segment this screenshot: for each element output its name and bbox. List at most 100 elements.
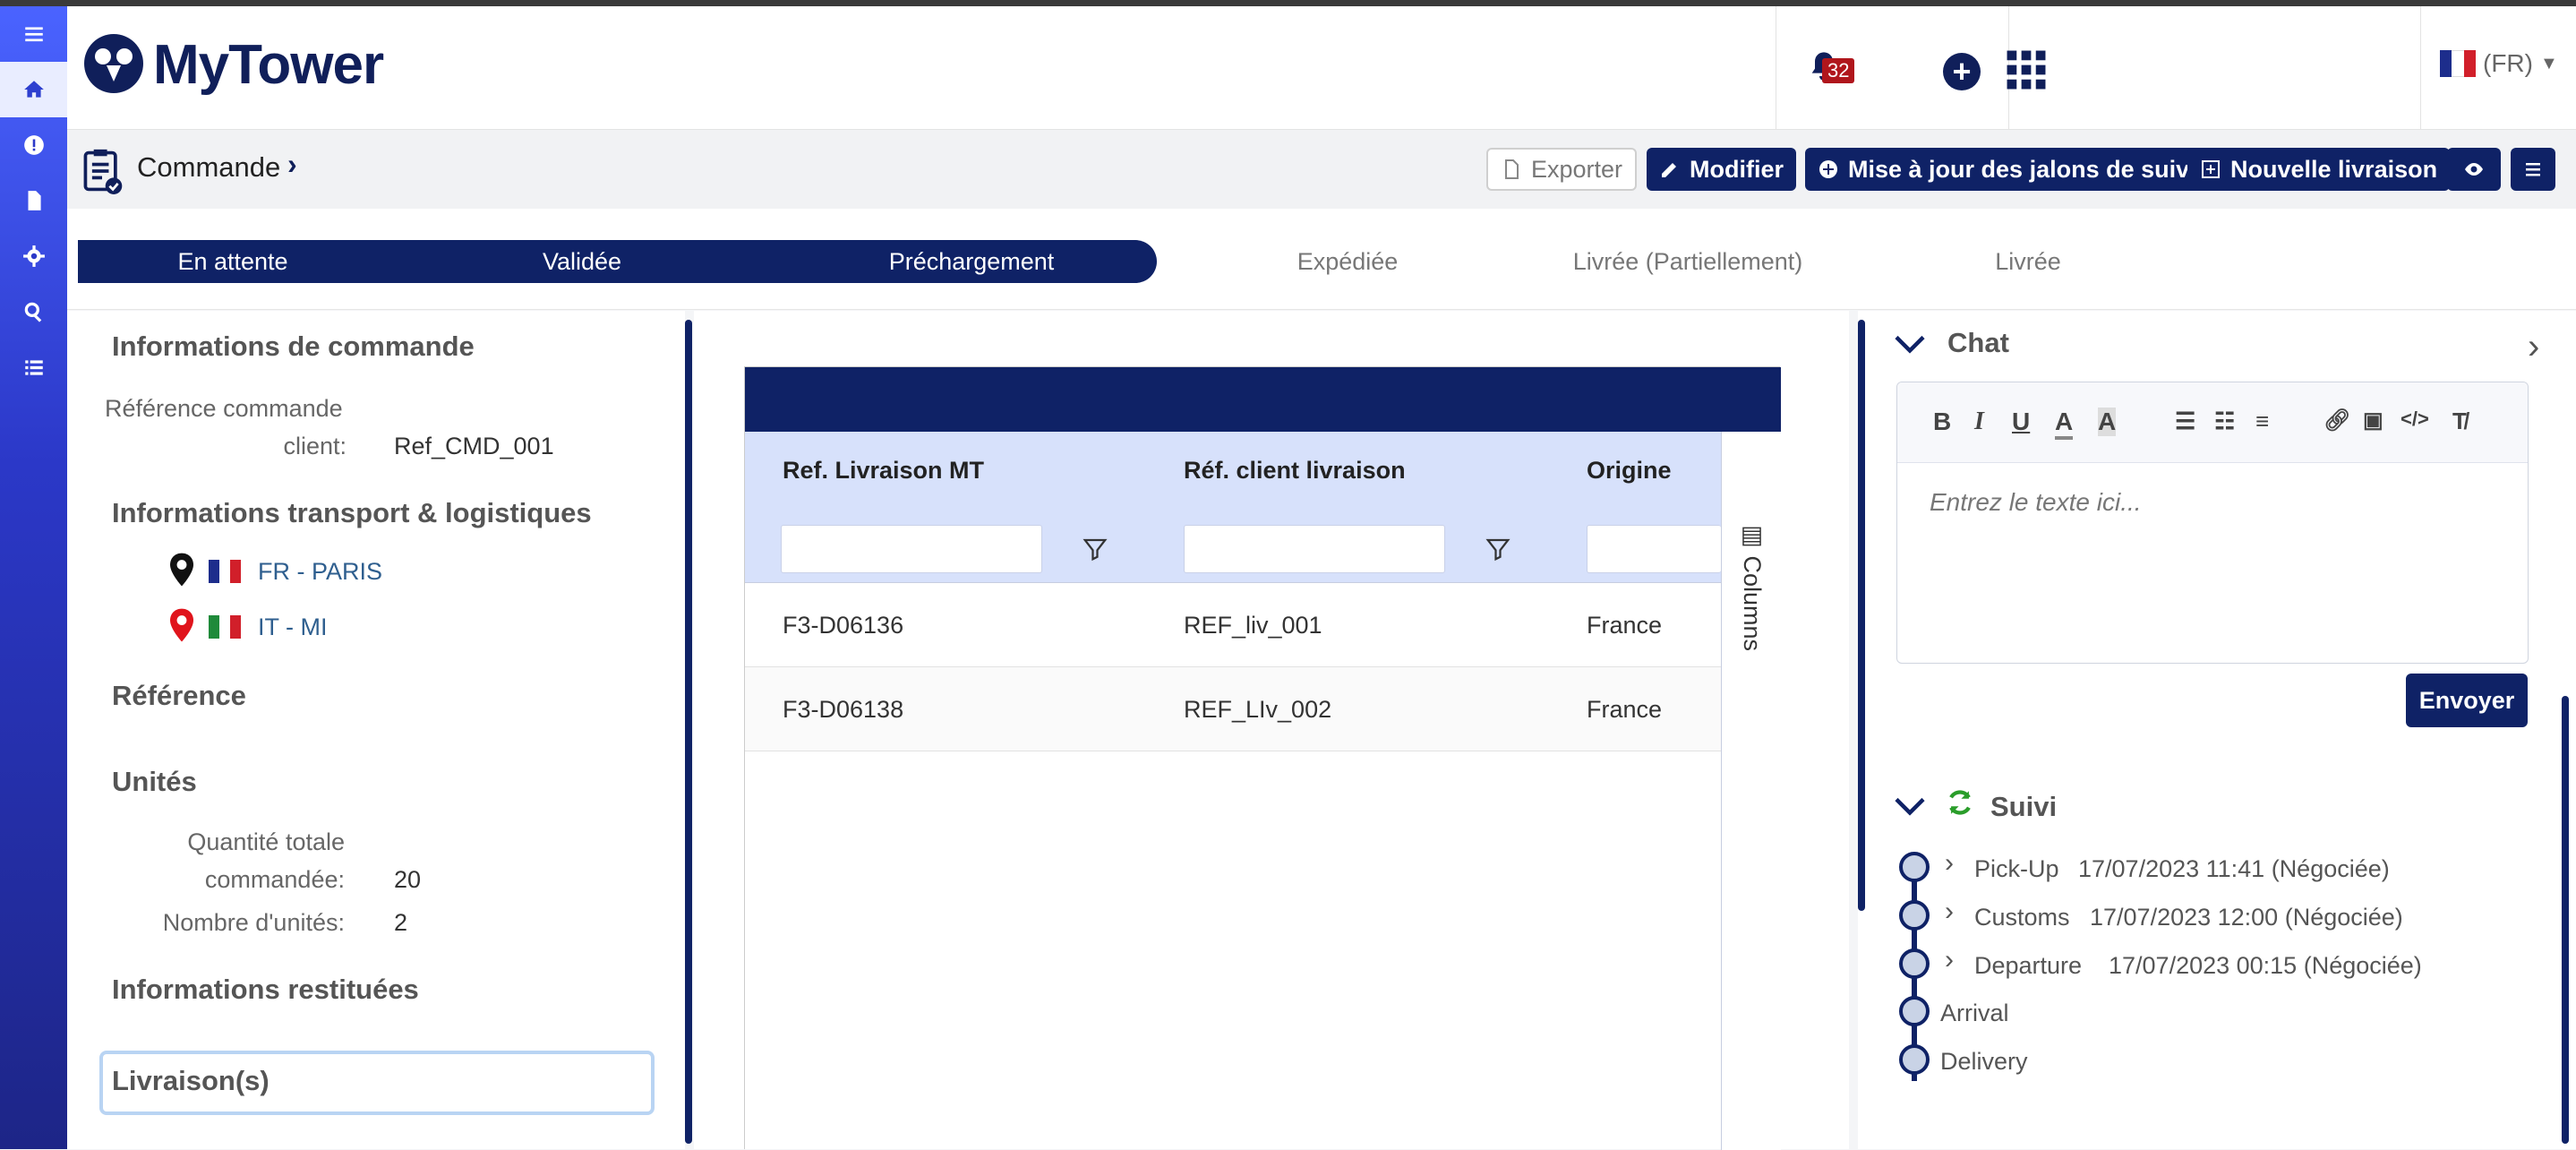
more-menu-button[interactable]: [2511, 148, 2555, 191]
filter-icon[interactable]: [1485, 536, 1511, 562]
underline-icon[interactable]: U: [2012, 408, 2030, 436]
edit-button[interactable]: Modifier: [1647, 148, 1796, 191]
tracking-event-name: Customs: [1974, 904, 2070, 931]
chat-input[interactable]: Entrez le texte ici...: [1930, 488, 2142, 517]
grid-top-bar: [745, 367, 1781, 432]
total-qty-value: 20: [394, 866, 422, 893]
chevron-right-icon[interactable]: ›: [1945, 945, 1954, 975]
chat-tracking-panel: Chat › B I U A A ☰ ☷ ≡ 🔗︎ ▣ </> T̸ Entre…: [1858, 311, 2576, 1149]
right-panel-scrollbar[interactable]: [1858, 320, 1865, 911]
app-header: MyTower 32 + (FR) ▼: [67, 6, 2576, 130]
destination-pin-icon: [170, 608, 193, 642]
filter-input-client-ref[interactable]: [1184, 525, 1445, 573]
document-icon[interactable]: [0, 173, 67, 228]
language-label: (FR): [2483, 49, 2533, 77]
update-milestones-button[interactable]: Mise à jour des jalons de suivi: [1805, 148, 2209, 191]
clear-format-icon[interactable]: T̸: [2452, 408, 2467, 435]
columns-toggle[interactable]: ▤ Columns: [1738, 521, 1767, 651]
pencil-icon: [1662, 163, 1676, 177]
alert-icon[interactable]: [0, 117, 67, 173]
total-qty-label: Quantité totale: [187, 828, 345, 855]
timeline-dot: [1899, 900, 1930, 931]
breadcrumb[interactable]: Commande: [137, 151, 280, 184]
deliveries-title: Livraison(s): [112, 1065, 270, 1096]
gear-icon[interactable]: [0, 228, 67, 284]
table-row[interactable]: F3-D06138 REF_LIv_002 France: [745, 667, 1721, 751]
page-toolbar: Commande › Exporter Modifier Mise à jour…: [67, 130, 2576, 209]
units-count-value: 2: [394, 909, 408, 936]
total-qty-label-2: commandée:: [204, 866, 345, 893]
deliveries-grid: Ref. Livraison MT Réf. client livraison …: [744, 366, 1781, 1150]
origin-location[interactable]: FR - PARIS: [258, 558, 382, 586]
client-ref-value: Ref_CMD_001: [394, 433, 554, 459]
tracking-event-name: Departure: [1974, 952, 2083, 979]
columns-side-panel[interactable]: ▤ Columns: [1721, 432, 1781, 1150]
timeline-dot: [1899, 996, 1930, 1026]
notification-bell[interactable]: 32: [1806, 49, 1855, 92]
image-icon[interactable]: ▣: [2363, 408, 2383, 433]
filter-input-ref-mt[interactable]: [781, 525, 1042, 573]
apps-grid-icon[interactable]: [2006, 49, 2047, 90]
refresh-icon[interactable]: [1945, 787, 1975, 818]
tracking-event-name: Delivery: [1940, 1048, 2028, 1075]
col-header-client-ref[interactable]: Réf. client livraison: [1184, 457, 1406, 485]
bullet-list-icon[interactable]: ☷: [2214, 408, 2235, 435]
status-stepper: En attente Validée Préchargement Expédié…: [67, 209, 2576, 310]
highlight-icon[interactable]: A: [2098, 408, 2117, 436]
chevron-right-icon[interactable]: ›: [1945, 848, 1954, 879]
clipboard-check-icon: [83, 149, 123, 194]
mytower-logo-icon: [84, 34, 143, 93]
language-selector[interactable]: (FR) ▼: [2440, 49, 2558, 78]
columns-icon: ▤: [1739, 521, 1766, 556]
left-panel-scrollbar[interactable]: [685, 320, 692, 1144]
tracking-collapse-chevron-icon[interactable]: [1894, 793, 1926, 820]
search-icon[interactable]: [0, 284, 67, 339]
update-milestones-label: Mise à jour des jalons de suivi: [1848, 155, 2196, 183]
chat-title: Chat: [1947, 327, 2009, 358]
link-icon[interactable]: 🔗︎: [2324, 408, 2350, 433]
new-delivery-button[interactable]: Nouvelle livraison: [2187, 148, 2451, 191]
col-header-origin[interactable]: Origine: [1587, 457, 1672, 485]
cell-client-ref: REF_LIv_002: [1184, 696, 1332, 723]
export-button[interactable]: Exporter: [1486, 148, 1638, 191]
view-button[interactable]: [2447, 148, 2501, 191]
chevron-down-icon: ▼: [2539, 53, 2558, 73]
chevron-right-icon[interactable]: ›: [2528, 327, 2539, 367]
text-color-icon[interactable]: A: [2055, 408, 2074, 440]
breadcrumb-chevron-icon: ›: [287, 148, 297, 180]
align-icon[interactable]: ≡: [2255, 408, 2269, 435]
add-circle-icon[interactable]: +: [1943, 53, 1981, 90]
col-header-ref-mt[interactable]: Ref. Livraison MT: [783, 457, 984, 485]
app-logo-text[interactable]: MyTower: [153, 33, 384, 97]
filter-icon[interactable]: [1082, 536, 1108, 562]
deliveries-grid-panel: Ref. Livraison MT Réf. client livraison …: [694, 311, 1849, 1150]
export-label: Exporter: [1531, 155, 1623, 183]
cell-origin: France: [1587, 696, 1663, 723]
grid-filter-row: [745, 507, 1721, 583]
list-icon[interactable]: [0, 339, 67, 395]
send-button[interactable]: Envoyer: [2406, 674, 2528, 727]
step-livree-partiellement: Livrée (Partiellement): [1572, 248, 1803, 275]
order-info-panel: Informations de commande Référence comma…: [67, 311, 692, 1149]
chevron-right-icon[interactable]: ›: [1945, 897, 1954, 927]
bold-icon[interactable]: B: [1933, 408, 1951, 436]
header-divider: [2420, 6, 2421, 130]
tracking-event-time: 17/07/2023 11:41 (Négociée): [2078, 855, 2390, 882]
reference-title: Référence: [112, 680, 246, 711]
table-row[interactable]: F3-D06136 REF_liv_001 France: [745, 583, 1721, 667]
chat-panel-scrollbar[interactable]: [2562, 696, 2569, 1144]
ordered-list-icon[interactable]: ☰: [2175, 408, 2195, 435]
tracking-event-time: 17/07/2023 12:00 (Négociée): [2090, 904, 2403, 931]
italic-icon[interactable]: I: [1974, 408, 1984, 436]
deliveries-section[interactable]: Livraison(s): [99, 1051, 655, 1115]
menu-icon[interactable]: [0, 6, 67, 62]
timeline-dot: [1899, 948, 1930, 979]
destination-location[interactable]: IT - MI: [258, 614, 328, 641]
chat-editor: B I U A A ☰ ☷ ≡ 🔗︎ ▣ </> T̸ Entrez le te…: [1896, 382, 2529, 664]
transport-title: Informations transport & logistiques: [112, 497, 592, 528]
chat-collapse-chevron-icon[interactable]: [1894, 330, 1926, 357]
code-icon[interactable]: </>: [2401, 408, 2429, 431]
edit-label: Modifier: [1690, 155, 1784, 183]
home-icon[interactable]: [0, 62, 67, 117]
filter-input-origin[interactable]: [1587, 525, 1721, 573]
